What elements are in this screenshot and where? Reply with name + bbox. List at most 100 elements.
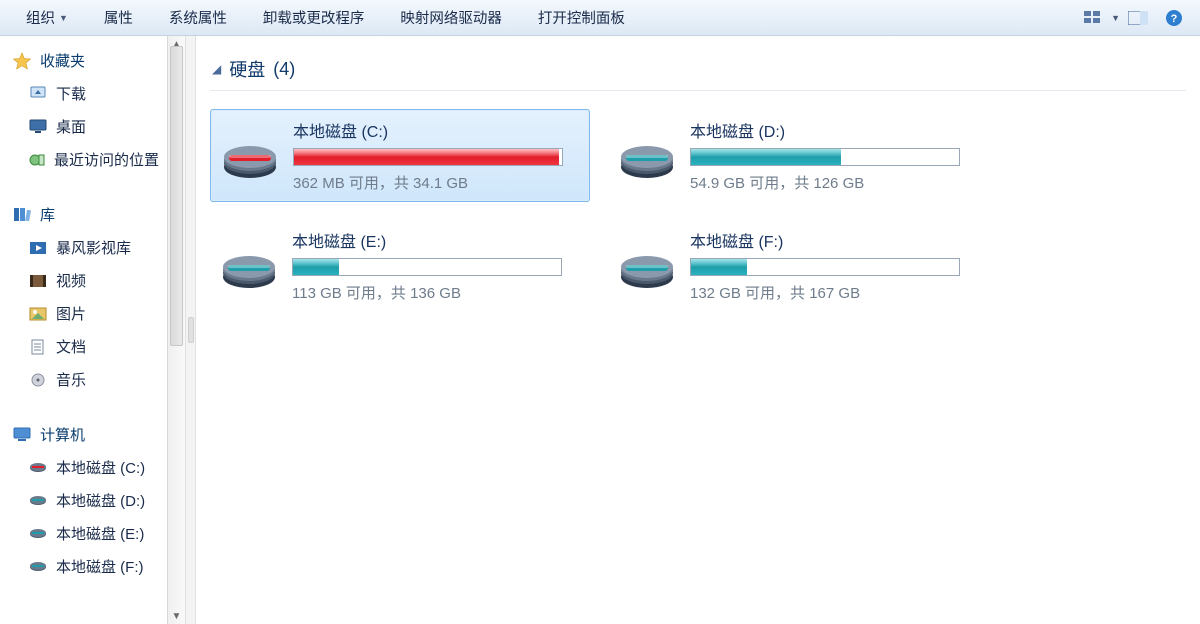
section-header-harddrives[interactable]: ◢ 硬盘 (4) [210,56,1186,82]
drive-icon [618,127,676,185]
preview-pane-icon [1128,11,1148,25]
sidebar-item-label: 图片 [56,303,86,324]
sidebar-group-favorites: 收藏夹 下载 桌面 最近访问的位置 [0,44,167,176]
drive-info: 本地磁盘 (F:) 132 GB 可用，共 167 GB [690,228,978,303]
section-label: 硬盘 [229,56,265,82]
splitter-handle[interactable] [186,36,196,624]
drive-stats: 113 GB 可用，共 136 GB [292,282,580,303]
drive-blue-icon [28,525,48,543]
chevron-down-icon: ▼ [59,13,68,23]
drive-blue-icon [28,558,48,576]
preview-pane-button[interactable] [1124,6,1152,30]
sidebar-item-downloads[interactable]: 下载 [0,77,167,110]
toolbar: 组织 ▼ 属性 系统属性 卸载或更改程序 映射网络驱动器 打开控制面板 ▼ ? [0,0,1200,36]
sidebar-item-stormvideo[interactable]: 暴风影视库 [0,231,167,264]
sidebar: 收藏夹 下载 桌面 最近访问的位置 库 暴风影视库 [0,36,168,624]
scroll-down-icon: ▼ [168,608,185,624]
sidebar-item-recent-places[interactable]: 最近访问的位置 [0,143,167,176]
sidebar-group-libraries: 库 暴风影视库 视频 图片 文档 音乐 [0,198,167,396]
sidebar-item-drive-c[interactable]: 本地磁盘 (C:) [0,451,167,484]
sidebar-item-label: 视频 [56,270,86,291]
libraries-icon [12,206,32,224]
sidebar-header-computer[interactable]: 计算机 [0,418,167,451]
sidebar-item-label: 本地磁盘 (F:) [56,556,144,577]
recent-icon [28,151,46,169]
drive-card[interactable]: 本地磁盘 (C:) 362 MB 可用，共 34.1 GB [210,109,590,202]
drive-usage-bar [293,148,563,166]
sidebar-item-drive-e[interactable]: 本地磁盘 (E:) [0,517,167,550]
download-icon [28,85,48,103]
sidebar-item-label: 本地磁盘 (E:) [56,523,144,544]
open-control-panel-button[interactable]: 打开控制面板 [520,7,643,28]
drive-usage-bar [292,258,562,276]
pictures-icon [28,305,48,323]
music-icon [28,371,48,389]
sidebar-item-pictures[interactable]: 图片 [0,297,167,330]
drive-name: 本地磁盘 (F:) [690,228,978,252]
sidebar-item-label: 暴风影视库 [56,237,131,258]
main-area: 收藏夹 下载 桌面 最近访问的位置 库 暴风影视库 [0,36,1200,624]
sidebar-item-label: 音乐 [56,369,86,390]
sidebar-item-music[interactable]: 音乐 [0,363,167,396]
drive-info: 本地磁盘 (E:) 113 GB 可用，共 136 GB [292,228,580,303]
map-network-drive-button[interactable]: 映射网络驱动器 [382,7,520,28]
content-pane: ◢ 硬盘 (4) 本地磁盘 (C:) 362 MB 可用，共 34.1 GB [196,36,1200,624]
collapse-arrow-icon: ◢ [212,62,221,76]
change-view-button[interactable] [1079,6,1107,30]
sidebar-header-label: 库 [40,204,55,225]
drive-card[interactable]: 本地磁盘 (D:) 54.9 GB 可用，共 126 GB [608,109,988,202]
drive-stats: 54.9 GB 可用，共 126 GB [690,172,978,193]
uninstall-programs-button[interactable]: 卸载或更改程序 [245,7,383,28]
drive-usage-bar [690,258,960,276]
scrollbar-thumb[interactable] [170,46,183,346]
drive-name: 本地磁盘 (E:) [292,228,580,252]
sidebar-item-desktop[interactable]: 桌面 [0,110,167,143]
sidebar-item-label: 最近访问的位置 [54,149,159,170]
organize-label: 组织 [26,7,55,28]
sidebar-item-documents[interactable]: 文档 [0,330,167,363]
system-properties-button[interactable]: 系统属性 [151,7,245,28]
videos-icon [28,272,48,290]
sidebar-item-label: 本地磁盘 (C:) [56,457,145,478]
drive-usage-bar [690,148,960,166]
drive-card[interactable]: 本地磁盘 (E:) 113 GB 可用，共 136 GB [210,220,590,311]
view-options-icon [1084,11,1102,25]
drive-blue-icon [28,492,48,510]
drive-name: 本地磁盘 (D:) [690,118,978,142]
drive-stats: 362 MB 可用，共 34.1 GB [293,172,579,193]
properties-button[interactable]: 属性 [86,7,151,28]
sidebar-group-computer: 计算机 本地磁盘 (C:) 本地磁盘 (D:) 本地磁盘 (E:) 本地磁盘 (… [0,418,167,583]
help-icon: ? [1165,9,1183,27]
section-divider [210,90,1186,91]
chevron-down-icon[interactable]: ▼ [1111,13,1120,23]
organize-button[interactable]: 组织 ▼ [8,7,86,28]
desktop-icon [28,118,48,136]
sidebar-item-label: 文档 [56,336,86,357]
drive-info: 本地磁盘 (C:) 362 MB 可用，共 34.1 GB [293,118,579,193]
sidebar-header-favorites[interactable]: 收藏夹 [0,44,167,77]
sidebar-item-videos[interactable]: 视频 [0,264,167,297]
drives-grid: 本地磁盘 (C:) 362 MB 可用，共 34.1 GB 本地磁盘 (D:) … [210,109,1186,311]
svg-text:?: ? [1171,13,1178,25]
help-button[interactable]: ? [1160,6,1188,30]
sidebar-header-libraries[interactable]: 库 [0,198,167,231]
drive-icon [618,237,676,295]
star-icon [12,52,32,70]
video-lib-icon [28,239,48,257]
drive-stats: 132 GB 可用，共 167 GB [690,282,978,303]
sidebar-item-label: 桌面 [56,116,86,137]
drive-card[interactable]: 本地磁盘 (F:) 132 GB 可用，共 167 GB [608,220,988,311]
sidebar-scrollbar[interactable]: ▲ ▼ [168,36,186,624]
sidebar-item-drive-f[interactable]: 本地磁盘 (F:) [0,550,167,583]
sidebar-header-label: 收藏夹 [40,50,85,71]
drive-name: 本地磁盘 (C:) [293,118,579,142]
sidebar-item-drive-d[interactable]: 本地磁盘 (D:) [0,484,167,517]
drive-icon [220,237,278,295]
drive-info: 本地磁盘 (D:) 54.9 GB 可用，共 126 GB [690,118,978,193]
drive-icon [221,127,279,185]
drive-red-icon [28,459,48,477]
sidebar-item-label: 下载 [56,83,86,104]
sidebar-item-label: 本地磁盘 (D:) [56,490,145,511]
grip-icon [188,317,194,343]
documents-icon [28,338,48,356]
